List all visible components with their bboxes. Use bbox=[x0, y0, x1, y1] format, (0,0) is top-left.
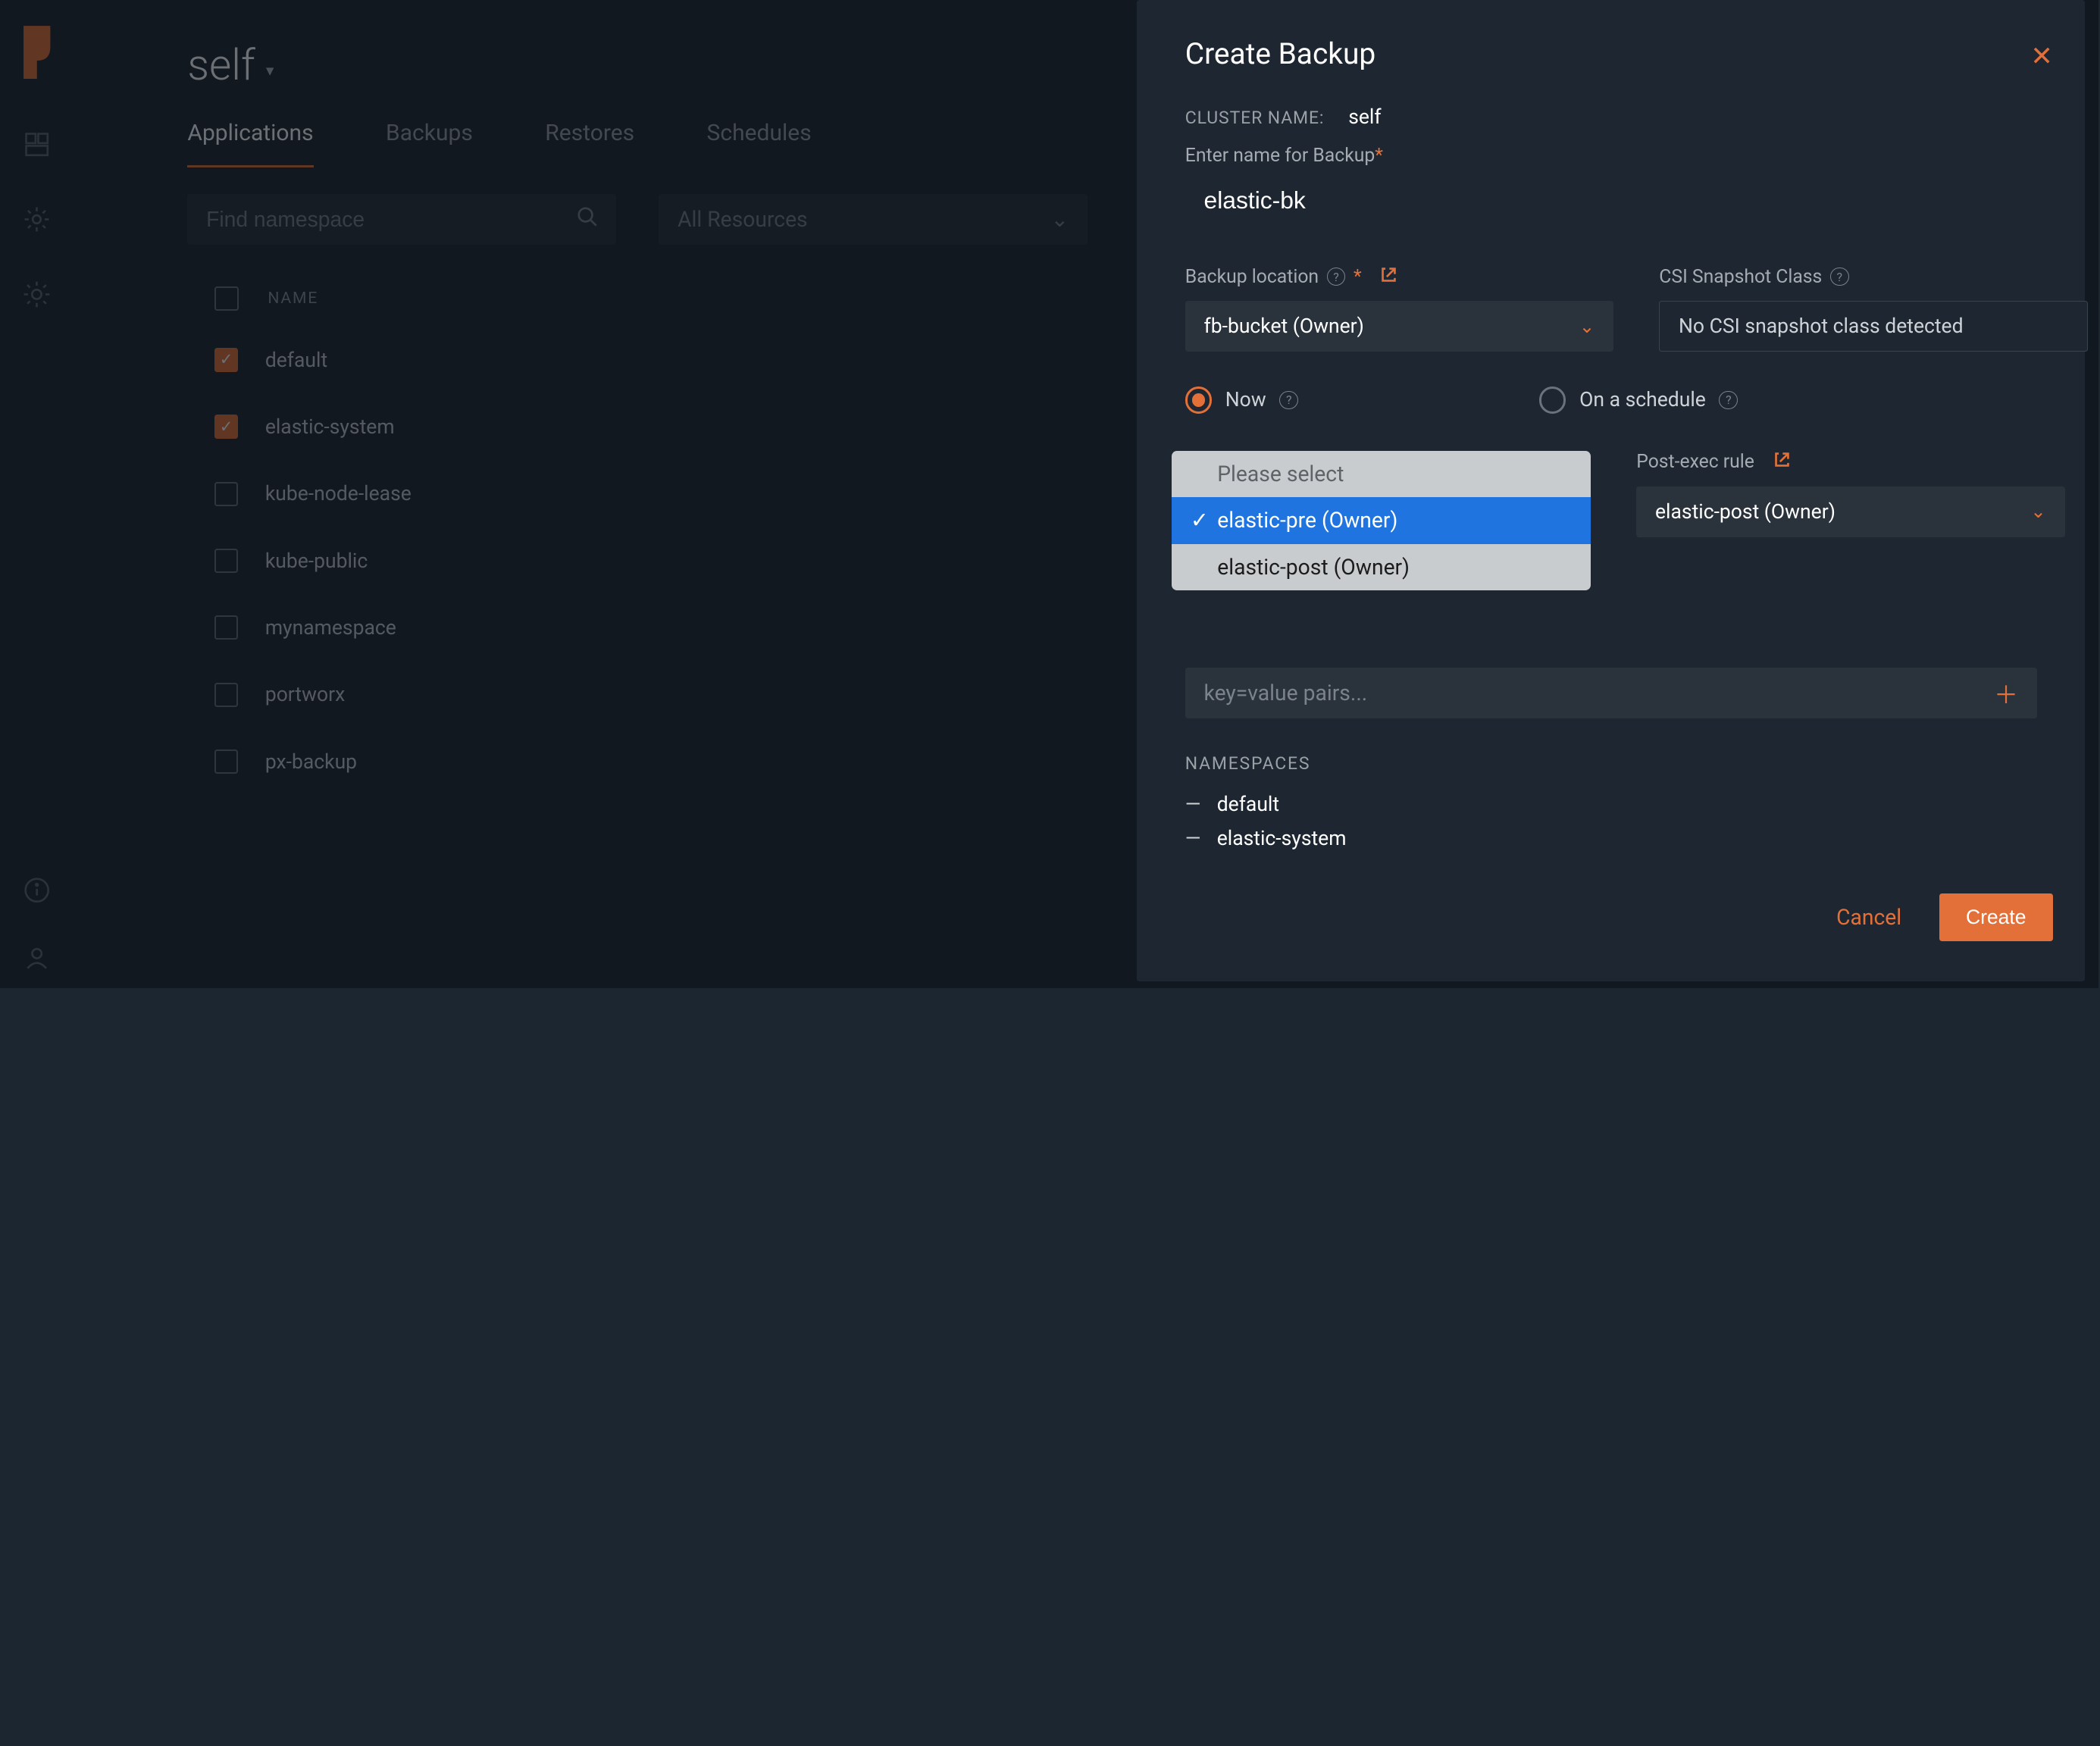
radio-schedule[interactable]: On a schedule ? bbox=[1539, 386, 1738, 413]
help-icon[interactable]: ? bbox=[1327, 268, 1346, 286]
backup-name-input[interactable] bbox=[1185, 172, 1613, 228]
cluster-name-value: self bbox=[1348, 105, 1381, 129]
modal-title: Create Backup bbox=[1185, 37, 2037, 71]
post-exec-rule-select[interactable]: elastic-post (Owner) ⌄ bbox=[1636, 487, 2064, 537]
chevron-down-icon: ⌄ bbox=[2030, 500, 2046, 523]
chevron-down-icon: ⌄ bbox=[1579, 315, 1595, 338]
backup-location-value: fb-bucket (Owner) bbox=[1204, 314, 1364, 338]
radio-now-label: Now bbox=[1225, 388, 1266, 411]
cancel-button[interactable]: Cancel bbox=[1836, 905, 1901, 930]
radio-mark-icon bbox=[1539, 386, 1566, 413]
radio-mark-icon bbox=[1185, 386, 1212, 413]
csi-class-label: CSI Snapshot Class bbox=[1659, 266, 1822, 288]
backup-name-label: Enter name for Backup bbox=[1185, 145, 1375, 167]
labels-placeholder: key=value pairs... bbox=[1204, 681, 1368, 706]
pre-exec-rule-select[interactable]: Please select ✓elastic-pre (Owner) elast… bbox=[1185, 451, 1591, 590]
post-exec-rule-label: Post-exec rule bbox=[1636, 451, 1754, 473]
cluster-name-label: CLUSTER NAME: bbox=[1185, 108, 1325, 128]
list-item: — elastic-system bbox=[1185, 821, 2037, 856]
dash-icon: — bbox=[1185, 787, 1201, 821]
external-link-icon[interactable] bbox=[1380, 266, 1397, 288]
labels-input[interactable]: key=value pairs... ＋ bbox=[1185, 668, 2037, 718]
dropdown-list: Please select ✓elastic-pre (Owner) elast… bbox=[1172, 451, 1591, 590]
add-icon[interactable]: ＋ bbox=[1994, 676, 2018, 711]
close-icon[interactable]: ✕ bbox=[2030, 40, 2053, 72]
create-button[interactable]: Create bbox=[1939, 893, 2053, 941]
dropdown-option[interactable]: elastic-post (Owner) bbox=[1172, 544, 1591, 590]
create-backup-modal: Create Backup ✕ CLUSTER NAME: self Enter… bbox=[1137, 0, 2085, 981]
namespace-item-label: default bbox=[1217, 787, 1279, 821]
backup-location-select[interactable]: fb-bucket (Owner) ⌄ bbox=[1185, 301, 1613, 352]
help-icon[interactable]: ? bbox=[1830, 268, 1849, 286]
required-marker: * bbox=[1375, 145, 1383, 167]
namespaces-header: NAMESPACES bbox=[1185, 753, 2037, 774]
backup-location-label: Backup location bbox=[1185, 266, 1319, 288]
required-marker: * bbox=[1354, 266, 1362, 288]
list-item: — default bbox=[1185, 787, 2037, 821]
help-icon[interactable]: ? bbox=[1719, 391, 1738, 410]
dropdown-option[interactable]: ✓elastic-pre (Owner) bbox=[1172, 497, 1591, 543]
radio-schedule-label: On a schedule bbox=[1579, 388, 1706, 411]
help-icon[interactable]: ? bbox=[1279, 391, 1298, 410]
namespace-item-label: elastic-system bbox=[1217, 821, 1347, 856]
csi-class-select[interactable]: No CSI snapshot class detected bbox=[1659, 301, 2087, 352]
radio-now[interactable]: Now ? bbox=[1185, 386, 1298, 413]
post-exec-rule-value: elastic-post (Owner) bbox=[1655, 500, 1836, 524]
csi-class-value: No CSI snapshot class detected bbox=[1679, 314, 1964, 338]
namespaces-list: — default — elastic-system bbox=[1185, 787, 2037, 856]
dash-icon: — bbox=[1185, 821, 1201, 856]
external-link-icon[interactable] bbox=[1773, 451, 1791, 473]
dropdown-placeholder[interactable]: Please select bbox=[1172, 451, 1591, 497]
